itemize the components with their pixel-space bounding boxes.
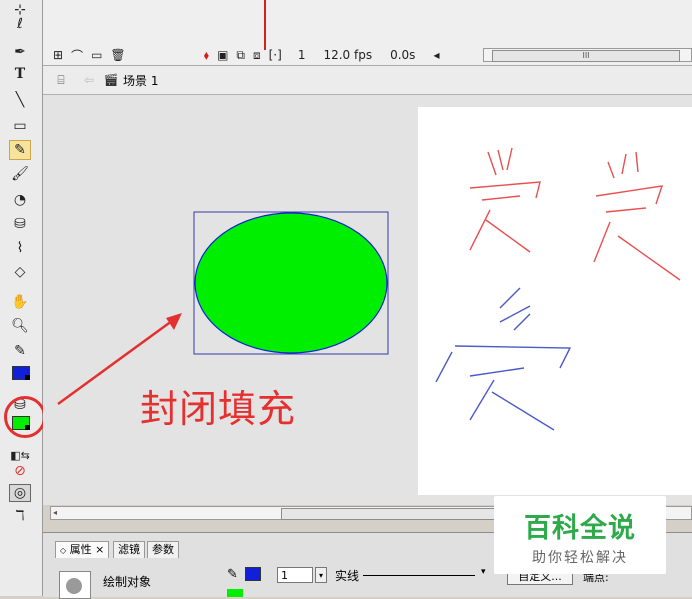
stroke-style-preview [363,575,475,576]
hand-tool-icon[interactable]: ✋ [9,292,31,312]
onion-outline-icon[interactable]: ⧉ [236,48,245,63]
tab-filters[interactable]: 滤镜 [113,541,145,558]
tab-parameters[interactable]: 参数 [147,541,179,558]
stage[interactable] [418,107,692,495]
breadcrumb: ⌸ ⇦ 🎬︎ 场景 1 [43,66,692,95]
edit-multiple-frames-icon[interactable]: ⧈ [253,48,261,63]
scene-label[interactable]: 场景 1 [123,72,158,89]
delete-layer-icon[interactable]: 🗑 [110,48,125,62]
pencil-tool-icon[interactable]: ✎ [9,140,31,160]
lasso-tool-icon[interactable]: ℓ [9,14,31,34]
properties-stroke-swatch[interactable] [245,567,261,581]
eyedropper-tool-icon[interactable]: ⌇ [9,238,31,258]
zoom-tool-icon[interactable]: 🔍︎ [9,316,31,336]
tools-panel: ⊹ ℓ ✒ T ╲ ▭ ✎ 🖌 ◔ ⛁ ⌇ ◇ ✋ 🔍︎ ✎ ⛁ ◧⇆ ⊘ ◎ … [0,0,43,596]
text-tool-icon[interactable]: T [9,64,31,84]
stroke-height-input[interactable]: 1 [277,567,313,583]
paint-bucket-tool-icon[interactable]: ⛁ [9,214,31,234]
timeline-scrollbar[interactable]: III [483,48,692,62]
tab-arrow-icon: ◇ [60,546,67,555]
stroke-style-chevron-icon: ▾ [481,567,486,577]
scene-icon: 🎬︎ [103,73,119,87]
stroke-style-dropdown[interactable]: 实线 ▾ [321,567,491,583]
frame-rate: 12.0 fps [323,48,373,62]
tab-properties[interactable]: ◇ 属性 × [55,541,110,558]
stroke-pencil-icon: ✎ [227,567,238,582]
brush-tool-icon[interactable]: 🖌 [9,164,31,184]
no-color-icon[interactable]: ⊘ [9,463,31,479]
fill-color-highlight-circle [4,396,46,438]
watermark: 百科全说 助你轻松解决 [494,496,666,574]
stroke-color-swatch[interactable] [12,366,30,380]
object-type-label: 绘制对象 [103,575,152,589]
center-frame-icon[interactable]: ⬧ [204,48,209,63]
rectangle-tool-icon[interactable]: ▭ [9,116,31,136]
add-guide-layer-icon[interactable]: ⌒ [71,47,83,64]
stroke-color-pencil-icon: ✎ [14,343,26,359]
watermark-title: 百科全说 [524,513,636,544]
pen-tool-icon[interactable]: ✒ [9,42,31,62]
playhead[interactable] [264,0,266,50]
scroll-left-arrow-icon[interactable]: ◂ [433,48,439,62]
onion-skin-icon[interactable]: ▣ [217,48,228,62]
insert-folder-icon[interactable]: ▭ [91,48,102,62]
swap-colors-icon[interactable]: ◧⇆ [9,448,31,462]
stage-scroll-left-icon[interactable]: ◂ [53,508,57,517]
timeline-scroll-thumb[interactable]: III [492,50,680,62]
stroke-style-label: 实线 [335,569,360,583]
insert-layer-icon[interactable]: ⊞ [53,48,63,62]
work-area [43,95,692,505]
tab-close-icon[interactable]: × [95,543,104,556]
timeline: ⊞ ⌒ ▭ 🗑 ⬧ ▣ ⧉ ⧈ [·] 1 12.0 fps 0.0s ◂ II… [43,0,692,66]
elapsed-time: 0.0s [390,48,416,62]
onion-markers-icon[interactable]: [·] [269,48,282,62]
line-tool-icon[interactable]: ╲ [9,90,31,110]
annotation-caption: 封闭填充 [140,387,297,431]
ink-bottle-tool-icon[interactable]: ◔ [9,190,31,210]
object-thumbnail [59,571,91,599]
eraser-tool-icon[interactable]: ◇ [9,262,31,282]
object-drawing-icon[interactable]: ◎ [9,484,31,502]
tab-properties-label: 属性 [69,543,92,556]
timeline-toggle-icon[interactable]: ⌸ [51,70,71,90]
back-arrow-icon[interactable]: ⇦ [79,70,99,90]
watermark-subtitle: 助你轻松解决 [532,550,628,566]
current-frame: 1 [297,48,306,62]
snap-icon[interactable]: ℸ [9,506,31,526]
